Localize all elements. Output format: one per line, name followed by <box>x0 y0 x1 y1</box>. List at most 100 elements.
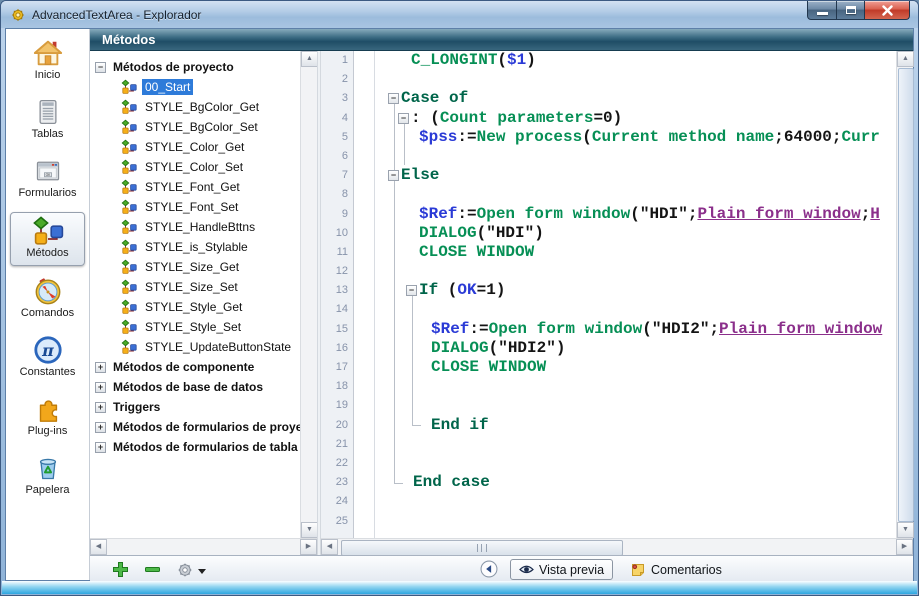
sidebar-item-plugins[interactable]: Plug-ins <box>10 391 85 443</box>
close-button[interactable] <box>865 1 910 20</box>
tree-section[interactable]: + Métodos de formularios de proyecto <box>90 417 300 437</box>
scroll-down-icon[interactable]: ▼ <box>897 522 914 538</box>
scrollbar-thumb[interactable] <box>898 68 914 522</box>
code-line <box>354 492 896 511</box>
tree-item[interactable]: STYLE_BgColor_Set <box>90 117 300 137</box>
code-editor[interactable]: 1234567891011121314151617181920212223242… <box>321 51 913 538</box>
sidebar-item-formularios[interactable]: OKFormularios <box>10 153 85 205</box>
collapse-icon[interactable]: − <box>95 62 106 73</box>
tree-horizontal-scrollbar[interactable]: ◀ ▶ <box>90 538 317 555</box>
sidebar-item-inicio[interactable]: Inicio <box>10 35 85 87</box>
sidebar-item-label: Papelera <box>25 484 69 496</box>
tree-item[interactable]: STYLE_Style_Set <box>90 317 300 337</box>
sidebar-item-tablas[interactable]: Tablas <box>10 94 85 146</box>
fold-toggle-icon[interactable]: − <box>388 170 399 181</box>
tree-section-label: Métodos de formularios de proyecto <box>113 420 300 434</box>
line-number: 4 <box>321 109 353 128</box>
sidebar-item-constantes[interactable]: πConstantes <box>10 332 85 384</box>
comments-button[interactable]: Comentarios <box>630 559 722 580</box>
tree-item[interactable]: STYLE_Font_Get <box>90 177 300 197</box>
minus-icon <box>144 561 161 578</box>
tree-item[interactable]: STYLE_Color_Get <box>90 137 300 157</box>
methods-tree[interactable]: −Métodos de proyecto00_StartSTYLE_BgColo… <box>90 51 300 538</box>
title-bar[interactable]: AdvancedTextArea - Explorador <box>1 1 918 28</box>
tree-item-label: STYLE_Size_Set <box>142 279 241 295</box>
editor-horizontal-scrollbar[interactable]: ◀ ▶ <box>321 538 913 555</box>
expand-icon[interactable]: + <box>95 402 106 413</box>
fold-toggle-icon[interactable]: − <box>398 113 409 124</box>
expand-icon[interactable]: + <box>95 442 106 453</box>
code-line <box>354 70 896 89</box>
collapse-left-icon <box>480 560 498 578</box>
sidebar-item-papelera[interactable]: Papelera <box>10 450 85 502</box>
expand-icon[interactable]: + <box>95 422 106 433</box>
delete-method-button[interactable] <box>144 561 161 578</box>
tree-section-label: Triggers <box>113 400 160 414</box>
tree-item[interactable]: STYLE_is_Stylable <box>90 237 300 257</box>
code-token-var: $1 <box>507 51 526 69</box>
fold-toggle-icon[interactable]: − <box>406 285 417 296</box>
tree-section[interactable]: +Métodos de formularios de tabla <box>90 437 300 457</box>
tree-item[interactable]: STYLE_UpdateButtonState <box>90 337 300 357</box>
tree-vertical-scrollbar[interactable]: ▲ ▼ <box>300 51 317 538</box>
fold-toggle-icon[interactable]: − <box>388 93 399 104</box>
scroll-up-icon[interactable]: ▲ <box>897 51 914 67</box>
methods-icon <box>32 215 64 246</box>
line-number-gutter: 1234567891011121314151617181920212223242… <box>321 51 354 538</box>
expand-icon[interactable]: + <box>95 362 106 373</box>
scroll-right-icon[interactable]: ▶ <box>300 539 317 555</box>
code-token-plain: ;64000; <box>774 128 841 146</box>
scroll-down-icon[interactable]: ▼ <box>301 522 318 538</box>
code-token-cmd: Count parameters <box>440 109 594 127</box>
tree-item[interactable]: STYLE_Style_Get <box>90 297 300 317</box>
tree-item-label: STYLE_Size_Get <box>142 259 242 275</box>
tree-section[interactable]: −Métodos de proyecto <box>90 57 300 77</box>
minimize-button[interactable] <box>807 1 837 20</box>
options-menu-button[interactable] <box>176 561 206 579</box>
collapse-panel-button[interactable] <box>480 560 498 578</box>
code-line <box>354 377 896 396</box>
tree-section-label: Métodos de componente <box>113 360 254 374</box>
code-area[interactable]: C_LONGINT($1)−Case of−: (Count parameter… <box>354 51 896 538</box>
code-token-plain: := <box>457 128 476 146</box>
tree-item[interactable]: STYLE_Color_Set <box>90 157 300 177</box>
tree-item[interactable]: STYLE_BgColor_Get <box>90 97 300 117</box>
code-token-plain: ("HDI") <box>477 224 544 242</box>
scroll-left-icon[interactable]: ◀ <box>321 539 338 555</box>
tree-section[interactable]: +Métodos de base de datos <box>90 377 300 397</box>
code-line: End if <box>354 416 896 435</box>
tables-icon <box>34 96 62 127</box>
tree-item[interactable]: 00_Start <box>90 77 300 97</box>
scroll-right-icon[interactable]: ▶ <box>896 539 913 555</box>
scroll-left-icon[interactable]: ◀ <box>90 539 107 555</box>
scrollbar-thumb[interactable] <box>341 540 623 556</box>
sidebar-item-metodos[interactable]: Métodos <box>10 212 85 266</box>
bottom-toolbar: Vista previa Comentarios <box>90 555 913 584</box>
sidebar-item-comandos[interactable]: Comandos <box>10 273 85 325</box>
tree-item[interactable]: STYLE_Size_Set <box>90 277 300 297</box>
tree-section[interactable]: + Triggers <box>90 397 300 417</box>
expand-icon[interactable]: + <box>95 382 106 393</box>
app-gear-icon <box>10 7 26 23</box>
minimize-icon <box>817 12 828 15</box>
tree-item[interactable]: STYLE_Size_Get <box>90 257 300 277</box>
sidebar-item-label: Métodos <box>26 247 68 259</box>
sidebar-item-label: Comandos <box>21 307 74 319</box>
preview-button[interactable]: Vista previa <box>510 559 613 580</box>
code-token-kw: Else <box>401 166 439 184</box>
code-token-cmd: CLOSE WINDOW <box>419 243 534 261</box>
add-method-button[interactable] <box>112 561 129 578</box>
maximize-button[interactable] <box>837 1 865 20</box>
tree-item-label: STYLE_Color_Set <box>142 159 246 175</box>
code-token-cmd: Open form window <box>489 320 643 338</box>
line-number: 21 <box>321 435 353 454</box>
line-number: 8 <box>321 185 353 204</box>
code-token-cmd: New process <box>477 128 583 146</box>
editor-vertical-scrollbar[interactable]: ▲ ▼ <box>896 51 913 538</box>
tree-item[interactable]: STYLE_HandleBttns <box>90 217 300 237</box>
tree-item[interactable]: STYLE_Font_Set <box>90 197 300 217</box>
code-token-kw: End case <box>413 473 490 491</box>
tree-section[interactable]: + Métodos de componente <box>90 357 300 377</box>
method-icon <box>121 239 137 255</box>
scroll-up-icon[interactable]: ▲ <box>301 51 318 67</box>
